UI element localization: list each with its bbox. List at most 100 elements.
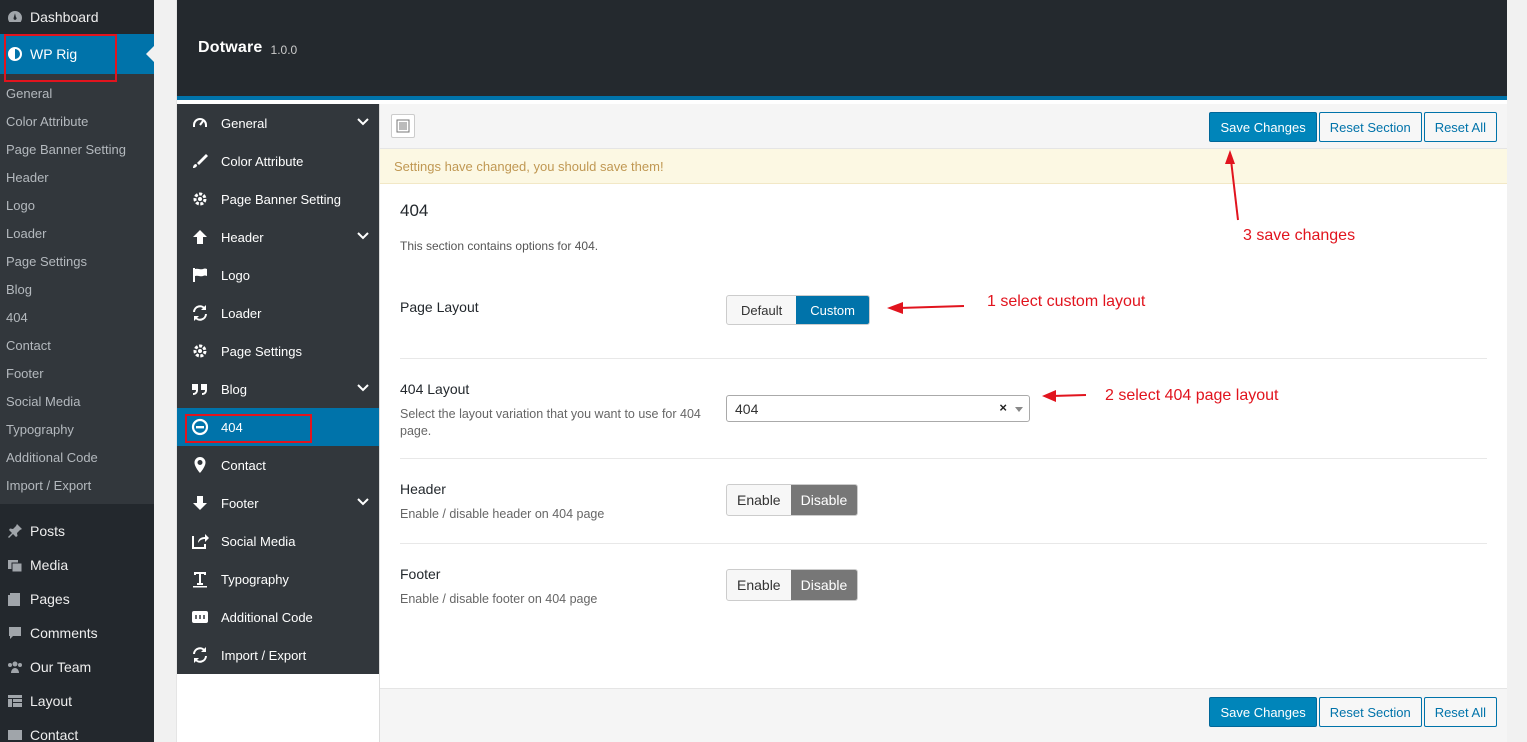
nav-item-blog[interactable]: Blog — [177, 370, 379, 408]
nav-item-typography[interactable]: Typography — [177, 560, 379, 598]
nav-item-color-attribute[interactable]: Color Attribute — [177, 142, 379, 180]
nav-item-header[interactable]: Header — [177, 218, 379, 256]
wp-sub-import-export[interactable]: Import / Export — [0, 472, 154, 500]
share-icon — [191, 532, 209, 550]
gauge-icon — [191, 114, 209, 132]
wp-menu-wp-rig-label: WP Rig — [30, 46, 78, 62]
field-header: Header Enable / disable header on 404 pa… — [400, 459, 1487, 544]
wp-sub-header[interactable]: Header — [0, 164, 154, 192]
wp-sub-loader[interactable]: Loader — [0, 220, 154, 248]
dropdown-caret-icon[interactable] — [1015, 407, 1023, 412]
wp-sub-social-media[interactable]: Social Media — [0, 388, 154, 416]
wp-sub-404[interactable]: 404 — [0, 304, 154, 332]
top-toolbar: Save Changes Reset Section Reset All — [380, 104, 1507, 149]
wp-menu-dashboard[interactable]: Dashboard — [0, 0, 154, 34]
wp-sub-blog[interactable]: Blog — [0, 276, 154, 304]
field-footer: Footer Enable / disable footer on 404 pa… — [400, 544, 1487, 629]
wp-menu-posts[interactable]: Posts — [0, 514, 154, 548]
annotation-step-3: 3 save changes — [1243, 227, 1356, 244]
nav-label-general: General — [221, 115, 268, 131]
comment-icon — [6, 624, 24, 642]
panel-header: Dotware 1.0.0 — [177, 0, 1507, 100]
dashboard-icon — [6, 8, 24, 26]
nav-item-404[interactable]: 404 — [177, 408, 379, 446]
flag-icon — [191, 266, 209, 284]
nav-label-page-banner-setting: Page Banner Setting — [221, 191, 341, 207]
reset-section-button[interactable]: Reset Section — [1318, 112, 1422, 142]
nav-label-typography: Typography — [221, 571, 289, 587]
wp-sub-typography[interactable]: Typography — [0, 416, 154, 444]
wp-menu-comments-label: Comments — [30, 625, 98, 641]
nav-label-loader: Loader — [221, 305, 262, 321]
panel-version: 1.0.0 — [270, 42, 298, 57]
wp-menu-layout-label: Layout — [30, 693, 73, 709]
wp-sub-color-attribute[interactable]: Color Attribute — [0, 108, 154, 136]
nav-item-logo[interactable]: Logo — [177, 256, 379, 294]
bottom-button-group: Save Changes Reset Section Reset All — [1207, 697, 1497, 727]
nav-item-page-banner-setting[interactable]: Page Banner Setting — [177, 180, 379, 218]
reset-section-button-bottom[interactable]: Reset Section — [1318, 697, 1422, 727]
nav-item-footer[interactable]: Footer — [177, 484, 379, 522]
save-changes-button[interactable]: Save Changes — [1209, 112, 1317, 142]
refresh-icon — [191, 304, 209, 322]
footer-enable-option[interactable]: Enable — [727, 570, 791, 600]
clear-selection-icon[interactable]: × — [999, 400, 1007, 415]
wp-menu-our-team[interactable]: Our Team — [0, 650, 154, 684]
page-layout-default-option[interactable]: Default — [727, 296, 796, 324]
wp-sub-contact[interactable]: Contact — [0, 332, 154, 360]
nav-item-general[interactable]: General — [177, 104, 379, 142]
nav-item-loader[interactable]: Loader — [177, 294, 379, 332]
nav-label-additional-code: Additional Code — [221, 609, 313, 625]
nav-label-color-attribute: Color Attribute — [221, 153, 304, 169]
nav-label-page-settings: Page Settings — [221, 343, 302, 359]
wp-sub-logo[interactable]: Logo — [0, 192, 154, 220]
wp-menu-lower: Posts Media Pages Comments Our Team Layo… — [0, 504, 154, 742]
chevron-down-icon — [357, 496, 369, 511]
map-pin-icon — [191, 456, 209, 474]
field-404-layout: 404 Layout Select the layout variation t… — [400, 359, 1487, 459]
header-label: Header — [400, 481, 446, 497]
annotation-step-2: 2 select 404 page layout — [1105, 387, 1279, 404]
wp-sub-page-settings[interactable]: Page Settings — [0, 248, 154, 276]
expand-options-button[interactable] — [391, 114, 415, 138]
wp-menu-media[interactable]: Media — [0, 548, 154, 582]
brush-icon — [191, 152, 209, 170]
pages-icon — [6, 590, 24, 608]
wp-sub-general[interactable]: General — [0, 80, 154, 108]
panel-title: Dotware — [198, 39, 263, 56]
nav-label-404: 404 — [221, 419, 243, 435]
bottom-toolbar: Save Changes Reset Section Reset All — [380, 688, 1507, 742]
nav-label-contact: Contact — [221, 457, 266, 473]
reset-all-button[interactable]: Reset All — [1423, 112, 1497, 142]
layout-404-selected-value: 404 — [735, 400, 759, 417]
wp-menu-pages[interactable]: Pages — [0, 582, 154, 616]
text-icon — [191, 570, 209, 588]
save-changes-button-bottom[interactable]: Save Changes — [1209, 697, 1317, 727]
footer-toggle: Enable Disable — [726, 569, 859, 601]
footer-description: Enable / disable footer on 404 page — [400, 592, 598, 606]
wp-sub-page-banner-setting[interactable]: Page Banner Setting — [0, 136, 154, 164]
wp-menu-layout[interactable]: Layout — [0, 684, 154, 718]
pin-icon — [6, 522, 24, 540]
nav-item-social-media[interactable]: Social Media — [177, 522, 379, 560]
wp-sub-footer[interactable]: Footer — [0, 360, 154, 388]
nav-item-contact[interactable]: Contact — [177, 446, 379, 484]
nav-item-page-settings[interactable]: Page Settings — [177, 332, 379, 370]
footer-disable-option[interactable]: Disable — [790, 570, 858, 600]
header-disable-option[interactable]: Disable — [790, 485, 858, 515]
header-enable-option[interactable]: Enable — [727, 485, 791, 515]
reset-all-button-bottom[interactable]: Reset All — [1423, 697, 1497, 727]
nav-item-import-export[interactable]: Import / Export — [177, 636, 379, 674]
nav-item-additional-code[interactable]: Additional Code — [177, 598, 379, 636]
wp-sub-additional-code[interactable]: Additional Code — [0, 444, 154, 472]
wp-menu-comments[interactable]: Comments — [0, 616, 154, 650]
layout-404-select[interactable]: 404 × — [726, 395, 1030, 422]
wp-menu-posts-label: Posts — [30, 523, 66, 539]
header-toggle: Enable Disable — [726, 484, 859, 516]
wp-menu-pages-label: Pages — [30, 591, 70, 607]
top-button-group: Save Changes Reset Section Reset All — [1207, 112, 1497, 142]
page-layout-custom-option[interactable]: Custom — [796, 296, 869, 324]
wp-menu-contact[interactable]: Contact — [0, 718, 154, 742]
wp-menu-wp-rig[interactable]: WP Rig — [0, 34, 154, 74]
arrow-up-icon — [191, 228, 209, 246]
